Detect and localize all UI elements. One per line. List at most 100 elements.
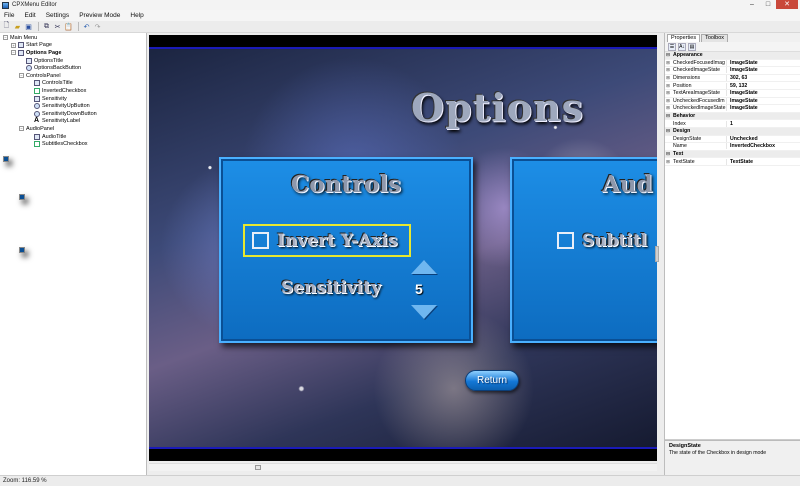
- property-name: UncheckedFocusedIm: [671, 97, 727, 104]
- cut-icon[interactable]: ✂: [53, 22, 62, 31]
- property-pages-icon[interactable]: ▤: [688, 42, 696, 51]
- tree-item[interactable]: − ControlsPanel: [0, 72, 146, 200]
- property-value[interactable]: Unchecked: [727, 136, 758, 142]
- close-button[interactable]: ✕: [776, 0, 798, 9]
- alphabetical-icon[interactable]: A↓: [678, 42, 686, 51]
- paste-icon[interactable]: 📋: [64, 22, 73, 31]
- properties-toolbar: ☰ A↓ ▤: [665, 42, 800, 52]
- property-value[interactable]: TextState: [727, 159, 753, 165]
- save-icon[interactable]: ▣: [24, 22, 33, 31]
- tree-item-label: OptionsTitle: [34, 57, 64, 64]
- tree-item[interactable]: AudioTitle: [0, 133, 146, 141]
- controls-title[interactable]: Controls: [221, 171, 471, 198]
- checkbox-box[interactable]: [252, 232, 269, 249]
- page-icon: [26, 57, 32, 64]
- property-category[interactable]: ⊟ Design: [665, 127, 800, 136]
- property-value[interactable]: ImageState: [727, 98, 758, 104]
- scrollbar-thumb[interactable]: [255, 465, 261, 470]
- property-name: Name: [671, 143, 727, 150]
- property-category[interactable]: ⊟ Behavior: [665, 112, 800, 121]
- undo-icon[interactable]: ↶: [82, 22, 91, 31]
- sensitivity-value[interactable]: 5: [415, 281, 423, 297]
- property-category[interactable]: ⊟ Appearance: [665, 52, 800, 60]
- tree-item[interactable]: − AudioPanel: [0, 125, 146, 254]
- categorized-icon[interactable]: ☰: [668, 42, 676, 51]
- expand-icon[interactable]: +: [11, 42, 16, 48]
- tree-item[interactable]: − Options Page: [0, 49, 146, 57]
- checkbox-box[interactable]: [557, 232, 574, 249]
- property-row[interactable]: ⊞ UncheckedFocusedIm ImageState: [665, 97, 800, 106]
- new-icon[interactable]: 🗋: [2, 22, 11, 31]
- sensitivity-down-button[interactable]: [411, 305, 437, 319]
- copy-icon[interactable]: ⧉: [42, 22, 51, 31]
- tree-item[interactable]: ControlsTitle: [0, 80, 146, 88]
- menu-file[interactable]: File: [4, 12, 14, 19]
- tree-item[interactable]: A SensitivityLabel: [0, 117, 146, 126]
- property-value[interactable]: ImageState: [727, 67, 758, 73]
- property-value[interactable]: ImageState: [727, 105, 758, 111]
- menu-tree: − Main Menu + Start Page − Options Page Option…: [0, 33, 147, 475]
- property-row[interactable]: ⊞ CheckedImageState ImageState: [665, 67, 800, 75]
- property-name: Position: [671, 82, 727, 89]
- property-value[interactable]: InvertedCheckbox: [727, 143, 775, 149]
- sensitivity-label[interactable]: Sensitivity: [281, 278, 381, 298]
- collapse-icon[interactable]: −: [19, 73, 24, 79]
- property-row[interactable]: ⊞ UncheckedImageState ImageState: [665, 105, 800, 113]
- controls-panel[interactable]: Controls Invert Y-Axis Sensitivity 5: [219, 157, 473, 343]
- property-row[interactable]: ⊞ TextAreaImageState ImageState: [665, 90, 800, 98]
- checkbox-icon: [34, 87, 40, 94]
- options-title[interactable]: Options: [411, 85, 584, 130]
- property-row[interactable]: Name InvertedCheckbox: [665, 143, 800, 151]
- menu-edit[interactable]: Edit: [24, 12, 35, 19]
- horizontal-scrollbar[interactable]: [149, 463, 657, 471]
- collapse-icon[interactable]: −: [11, 50, 16, 56]
- open-icon[interactable]: ▰: [13, 22, 22, 31]
- property-row[interactable]: ⊞ CheckedFocusedImag ImageState: [665, 59, 800, 68]
- menu-settings[interactable]: Settings: [46, 12, 70, 19]
- tree-item-label: SensitivityDownButton: [42, 110, 97, 117]
- tab-toolbox[interactable]: Toolbox: [701, 34, 729, 42]
- page-icon: [34, 95, 40, 102]
- property-value[interactable]: 302, 63: [727, 75, 747, 81]
- property-value[interactable]: ImageState: [727, 60, 758, 66]
- tree-item[interactable]: InvertedCheckbox: [0, 87, 146, 95]
- return-button[interactable]: Return: [465, 370, 519, 391]
- tree-item[interactable]: Sensitivity: [0, 95, 146, 103]
- property-row[interactable]: ⊞ Position 59, 132: [665, 82, 800, 90]
- redo-icon[interactable]: ↷: [93, 22, 102, 31]
- tree-item-label: InvertedCheckbox: [42, 87, 87, 94]
- page-icon: [34, 80, 40, 87]
- design-canvas[interactable]: Options Controls Invert Y-Axis Sensitivi…: [149, 35, 657, 461]
- minimize-button[interactable]: –: [744, 0, 760, 9]
- tree-item[interactable]: SensitivityUpButton: [0, 102, 146, 110]
- audio-title[interactable]: Aud: [602, 171, 657, 198]
- splitter-handle[interactable]: [655, 246, 659, 262]
- tree-item[interactable]: + Start Page: [0, 42, 146, 50]
- property-value[interactable]: 1: [727, 121, 733, 127]
- subtitles-checkbox[interactable]: Subtitl: [550, 224, 657, 257]
- tree-item[interactable]: OptionsBackButton: [0, 64, 146, 72]
- property-row[interactable]: Index 1: [665, 120, 800, 128]
- audio-panel[interactable]: Aud Subtitl: [510, 157, 657, 343]
- tree-item[interactable]: SubtitlesCheckbox: [0, 140, 146, 148]
- tree-item[interactable]: − Main Menu: [0, 34, 146, 162]
- maximize-button[interactable]: □: [760, 0, 776, 9]
- collapse-icon[interactable]: −: [19, 126, 24, 132]
- tab-properties[interactable]: Properties: [667, 34, 701, 42]
- sensitivity-up-button[interactable]: [411, 260, 437, 274]
- menu-preview-mode[interactable]: Preview Mode: [79, 12, 120, 19]
- tree-item[interactable]: SensitivityDownButton: [0, 110, 146, 118]
- tree-item[interactable]: OptionsTitle: [0, 57, 146, 65]
- tree-item-label: Sensitivity: [42, 95, 67, 102]
- property-value[interactable]: ImageState: [727, 90, 758, 96]
- property-row[interactable]: DesignState Unchecked: [665, 135, 800, 144]
- inverted-checkbox[interactable]: Invert Y-Axis: [243, 224, 411, 257]
- tree-item-label: AudioPanel: [26, 125, 55, 132]
- property-row[interactable]: ⊞ TextState TextState: [665, 158, 800, 166]
- collapse-icon[interactable]: −: [3, 35, 8, 41]
- property-category[interactable]: ⊟ Text: [665, 150, 800, 159]
- menu-help[interactable]: Help: [130, 12, 143, 19]
- property-value[interactable]: 59, 132: [727, 83, 747, 89]
- property-row[interactable]: ⊞ Dimensions 302, 63: [665, 75, 800, 83]
- property-name: Appearance: [673, 52, 703, 59]
